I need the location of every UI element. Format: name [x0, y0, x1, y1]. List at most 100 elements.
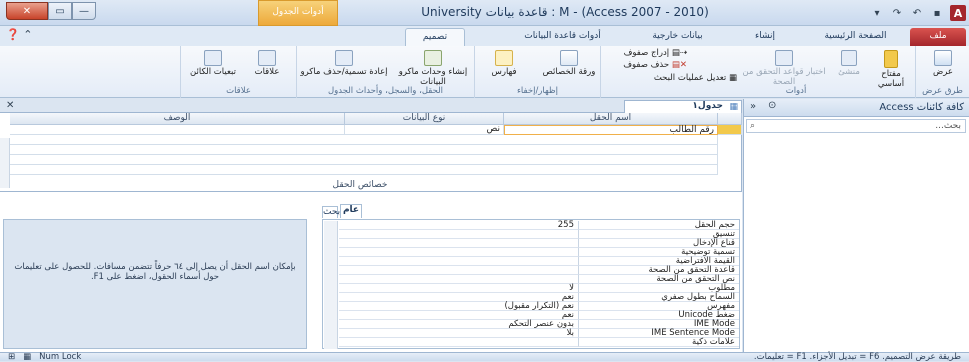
property-value[interactable]	[339, 239, 579, 248]
insert-rows-button[interactable]: ⇢▤ إدراج صفوف	[624, 48, 687, 58]
delete-rows-label: حذف صفوف	[623, 60, 670, 70]
tab-external-data[interactable]: بيانات خارجية	[630, 28, 725, 46]
test-rules-label: اختبار قواعد التحقق من الصحة	[742, 67, 826, 87]
window-controls: ✕ ▭ —	[6, 2, 96, 20]
property-value[interactable]: نعم (التكرار مقبول)	[339, 302, 579, 311]
property-value[interactable]: لا	[339, 284, 579, 293]
property-value[interactable]: بلا	[339, 329, 579, 338]
modify-lookups-label: تعديل عمليات البحث	[653, 73, 727, 83]
view-icon	[934, 50, 952, 66]
minimize-ribbon-icon[interactable]: ⌃	[23, 28, 32, 41]
builder-button[interactable]: منشئ	[831, 50, 867, 77]
tab-home[interactable]: الصفحة الرئيسية	[808, 28, 903, 46]
row-selector-key-icon[interactable]	[718, 125, 742, 135]
property-value[interactable]	[339, 266, 579, 275]
create-data-macros-button[interactable]: إنشاء وحدات ماكرو البيانات	[393, 50, 473, 87]
property-value[interactable]	[339, 230, 579, 239]
rename-macro-label: إعادة تسمية/حذف ماكرو	[300, 67, 388, 77]
dependencies-icon	[204, 50, 222, 66]
views-group-label: طرق عرض	[922, 86, 963, 96]
show-hide-group-label: إظهار/إخفاء	[516, 86, 559, 96]
quick-access-toolbar: ▾ ↷ ↶ ▪ A	[746, 4, 966, 22]
key-icon	[884, 50, 898, 68]
lookup-icon: ▦	[728, 73, 737, 83]
property-value[interactable]	[339, 257, 579, 266]
relationships-icon	[258, 50, 276, 66]
document-tab-table1[interactable]: جدول١ ▦	[624, 100, 742, 113]
empty-row[interactable]	[10, 155, 718, 165]
context-tab-table-tools: أدوات الجدول	[258, 0, 338, 26]
grid-scrollbar[interactable]	[0, 138, 10, 188]
view-button[interactable]: عرض	[924, 50, 962, 77]
property-value[interactable]: 255	[339, 221, 579, 230]
tab-general[interactable]: عام	[340, 204, 362, 218]
group-show-hide: ورقة الخصائص فهارس إظهار/إخفاء	[474, 46, 600, 98]
properties-scrollbar[interactable]	[324, 221, 338, 349]
empty-row[interactable]	[10, 135, 718, 145]
delete-rows-button[interactable]: ✕▤ حذف صفوف	[623, 60, 687, 70]
property-value[interactable]: بدون عنصر التحكم	[339, 320, 579, 329]
table-icon: ▦	[729, 102, 738, 112]
status-bar: ⊞ ▦ Num Lock طريقة عرض التصميم. F6 = تبد…	[0, 352, 969, 362]
validation-icon	[775, 50, 793, 66]
customize-qat-icon[interactable]: ▾	[870, 6, 884, 20]
view-label: عرض	[932, 67, 954, 77]
field-properties-label: خصائص الحقل	[332, 180, 388, 190]
group-tools: مفتاح أساسي منشئ اختبار قواعد التحقق من …	[600, 46, 915, 98]
primary-key-label: مفتاح أساسي	[877, 69, 905, 89]
redo-icon[interactable]: ↷	[890, 6, 904, 20]
modify-lookups-button[interactable]: ▦ تعديل عمليات البحث	[654, 73, 737, 83]
test-validation-rules-button[interactable]: اختبار قواعد التحقق من الصحة	[741, 50, 827, 87]
navigation-pane: » ⊙ كافة كائنات Access بحث... ⌕	[743, 99, 969, 361]
empty-row[interactable]	[10, 165, 718, 175]
document-tab-label: جدول١	[692, 101, 723, 111]
data-type-cell[interactable]: نص	[345, 125, 504, 135]
nav-menu-chevron-icon[interactable]: ⊙	[768, 100, 776, 111]
object-dependencies-button[interactable]: تبعيات الكائن	[187, 50, 239, 77]
table-design-document: ✕ جدول١ ▦ اسم الحقل نوع البيانات الوصف ر…	[0, 99, 742, 352]
properties-table: حجم الحقل 255 تنسيق قناع الإدخال تسمية توضيح…	[322, 219, 740, 349]
tab-create[interactable]: إنشاء	[735, 28, 795, 46]
property-value[interactable]	[339, 248, 579, 257]
builder-label: منشئ	[838, 67, 860, 77]
rename-macro-icon	[335, 50, 353, 66]
tools-group-label: أدوات	[785, 86, 807, 96]
relationships-button[interactable]: علاقات	[241, 50, 293, 77]
tab-file[interactable]: ملف	[910, 28, 966, 46]
relationships-group-label: علاقات	[226, 86, 251, 96]
primary-key-button[interactable]: مفتاح أساسي	[871, 50, 911, 89]
minimize-button[interactable]: —	[72, 2, 96, 20]
save-icon[interactable]: ▪	[930, 6, 944, 20]
property-value[interactable]	[339, 338, 579, 347]
description-cell[interactable]	[10, 125, 345, 135]
property-value[interactable]	[339, 275, 579, 284]
field-events-group-label: الحقل، والسجل، وأحداث الجدول	[327, 86, 444, 96]
shutter-bar-icon[interactable]: »	[750, 101, 756, 112]
nav-search-placeholder: بحث...	[935, 121, 961, 131]
access-app-icon[interactable]: A	[950, 5, 966, 21]
maximize-button[interactable]: ▭	[48, 2, 72, 20]
property-name: علامات ذكية	[579, 338, 739, 347]
close-document-icon[interactable]: ✕	[6, 100, 14, 111]
tab-design[interactable]: تصميم	[405, 28, 465, 46]
nav-pane-header[interactable]: » ⊙ كافة كائنات Access	[744, 99, 969, 117]
property-sheet-button[interactable]: ورقة الخصائص	[541, 50, 597, 77]
header-field-name: اسم الحقل	[504, 113, 718, 125]
undo-icon[interactable]: ↶	[910, 6, 924, 20]
insert-rows-label: إدراج صفوف	[623, 48, 670, 58]
window-title: M - (Access 2007 - 2010) : قاعدة بيانات …	[421, 5, 709, 19]
help-icon[interactable]: ❓	[6, 28, 20, 41]
rename-delete-macro-button[interactable]: إعادة تسمية/حذف ماكرو	[299, 50, 389, 77]
indexes-label: فهارس	[491, 67, 517, 77]
field-name-cell[interactable]: رقم الطالب	[504, 125, 718, 135]
nav-search-input[interactable]: بحث... ⌕	[746, 119, 966, 133]
tab-lookup[interactable]: بحث	[322, 206, 340, 218]
create-macros-label: إنشاء وحدات ماكرو البيانات	[398, 67, 468, 87]
field-properties-pane: بحث عام بإمكان اسم الحقل أن يصل إلى ٦٤ ح…	[0, 191, 742, 352]
property-sheet-icon	[560, 50, 578, 66]
tab-database-tools[interactable]: أدوات قاعدة البيانات	[500, 28, 625, 46]
hint-text: بإمكان اسم الحقل أن يصل إلى ٦٤ حرفاً تتض…	[14, 262, 296, 282]
empty-row[interactable]	[10, 145, 718, 155]
indexes-button[interactable]: فهارس	[481, 50, 527, 77]
close-button[interactable]: ✕	[6, 2, 48, 20]
